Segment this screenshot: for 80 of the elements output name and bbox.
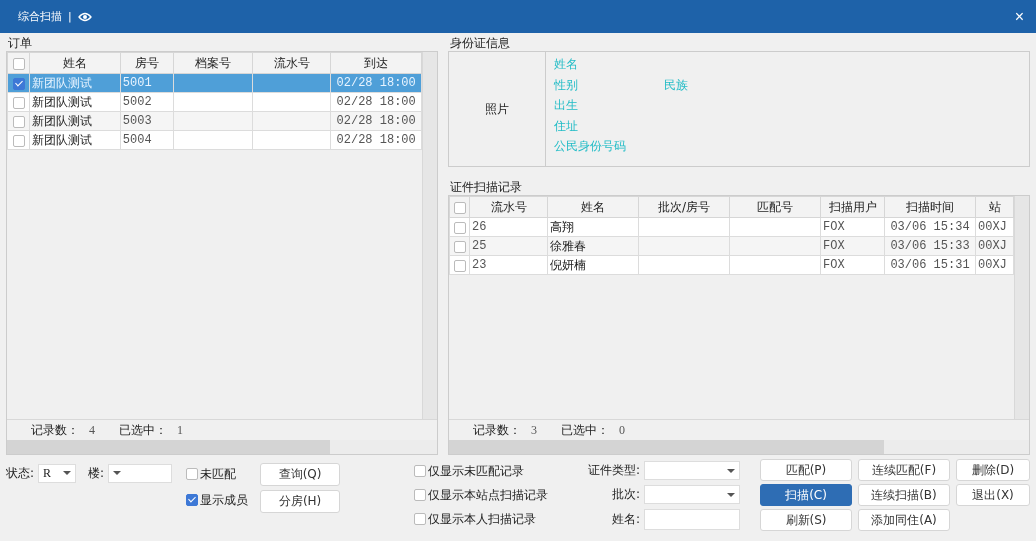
checkbox-label[interactable]: 显示成员 — [200, 491, 249, 509]
field-label: 住址 — [554, 117, 579, 135]
column-header[interactable]: 批次/房号 — [638, 196, 730, 218]
table-row[interactable]: 新团队测试 5002 02/28 18:00 — [7, 92, 422, 112]
column-header[interactable]: 匹配号 — [729, 196, 821, 218]
column-header[interactable]: 到达 — [330, 52, 422, 74]
checkbox[interactable] — [12, 96, 25, 109]
action-button[interactable]: 删除(D) — [956, 459, 1030, 481]
action-button[interactable]: 连续扫描(B) — [858, 484, 950, 506]
column-header[interactable]: 姓名 — [547, 196, 639, 218]
action-button[interactable]: 查询(Q) — [260, 463, 341, 486]
record-count: 4 — [89, 422, 95, 438]
photo-label: 照片 — [485, 100, 509, 118]
group-title: 身份证信息 — [449, 35, 511, 51]
field-label: 批次: — [611, 486, 640, 503]
record-count: 3 — [531, 422, 537, 438]
field-label: 性别 — [554, 76, 579, 94]
field-label: 公民身份号码 — [554, 138, 627, 155]
action-button[interactable]: 添加同住(A) — [858, 509, 950, 531]
field-label: 出生 — [554, 97, 579, 114]
column-header[interactable]: 姓名 — [29, 52, 121, 74]
checkbox[interactable] — [186, 494, 199, 506]
column-header[interactable]: 档案号 — [173, 52, 253, 74]
action-button[interactable]: 退出(X) — [956, 484, 1030, 506]
horizontal-scrollbar[interactable] — [7, 440, 437, 454]
checkbox[interactable] — [453, 221, 466, 234]
field-label: 姓名: — [611, 511, 640, 528]
selected-count-label: 已选中： — [119, 421, 167, 439]
action-button[interactable]: 分房(H) — [260, 490, 341, 513]
column-header[interactable]: 扫描时间 — [884, 196, 976, 218]
vertical-scrollbar[interactable] — [422, 52, 437, 419]
column-header[interactable]: 扫描用户 — [820, 196, 885, 218]
field-label: 民族 — [664, 76, 689, 94]
checkbox-label[interactable]: 仅显示未匹配记录 — [428, 462, 524, 480]
selected-count: 1 — [177, 422, 183, 438]
checkbox[interactable] — [414, 489, 426, 501]
checkbox[interactable] — [12, 134, 25, 147]
checkbox-label[interactable]: 仅显示本人扫描记录 — [428, 510, 536, 528]
input-field[interactable] — [644, 509, 740, 530]
close-button[interactable]: × — [1010, 7, 1028, 26]
status-dropdown[interactable]: R — [38, 463, 77, 483]
checkbox[interactable] — [12, 57, 25, 70]
column-header[interactable]: 流水号 — [469, 196, 548, 218]
eye-icon[interactable] — [77, 11, 92, 22]
record-count-label: 记录数： — [31, 421, 79, 439]
dropdown-field[interactable] — [644, 485, 740, 504]
column-header[interactable]: 流水号 — [252, 52, 331, 74]
horizontal-scrollbar[interactable] — [449, 440, 1029, 454]
dropdown-field[interactable] — [644, 461, 740, 480]
checkbox[interactable] — [453, 201, 466, 214]
action-button[interactable]: 扫描(C) — [760, 484, 852, 506]
table-row[interactable]: 新团队测试 5004 02/28 18:00 — [7, 130, 422, 150]
checkbox-label[interactable]: 仅显示本站点扫描记录 — [428, 486, 548, 504]
checkbox[interactable] — [453, 259, 466, 272]
record-count-label: 记录数： — [473, 421, 521, 439]
checkbox[interactable] — [414, 465, 426, 477]
action-button[interactable]: 刷新(S) — [760, 509, 852, 531]
checkbox[interactable] — [414, 513, 426, 525]
status-label: 状态: — [6, 464, 35, 482]
selected-count: 0 — [619, 422, 625, 438]
column-header[interactable]: 站 — [975, 196, 1014, 218]
field-label: 姓名 — [554, 56, 579, 73]
checkbox[interactable] — [12, 77, 25, 90]
selected-count-label: 已选中： — [561, 421, 609, 439]
action-button[interactable]: 匹配(P) — [760, 459, 852, 481]
checkbox[interactable] — [453, 240, 466, 253]
title-separator: | — [68, 10, 72, 23]
column-header[interactable]: 房号 — [120, 52, 174, 74]
checkbox-label[interactable]: 未匹配 — [200, 465, 237, 483]
building-label: 楼: — [88, 464, 105, 482]
window-title: 综合扫描 — [18, 9, 62, 24]
action-button[interactable]: 连续匹配(F) — [858, 459, 950, 481]
group-title: 订单 — [7, 35, 33, 51]
building-dropdown[interactable] — [108, 463, 173, 483]
checkbox[interactable] — [186, 468, 199, 480]
vertical-scrollbar[interactable] — [1014, 196, 1029, 419]
field-label: 证件类型: — [587, 462, 640, 479]
group-title: 证件扫描记录 — [449, 179, 523, 195]
table-row[interactable]: 新团队测试 5003 02/28 18:00 — [7, 111, 422, 131]
checkbox[interactable] — [12, 115, 25, 128]
